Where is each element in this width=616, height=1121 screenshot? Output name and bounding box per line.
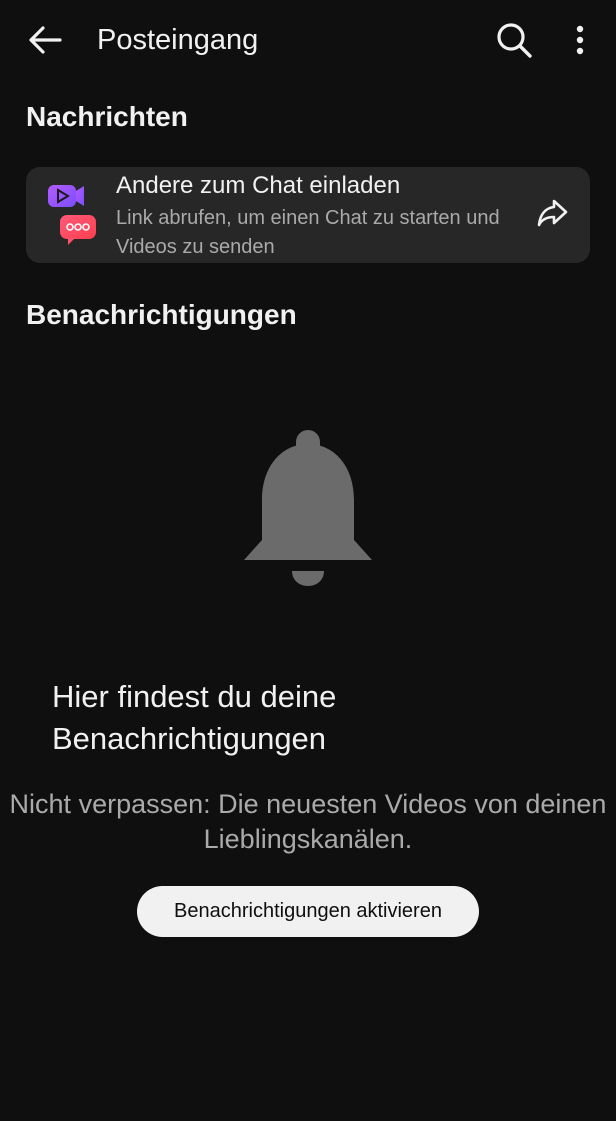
more-vertical-icon [576, 25, 584, 55]
invite-card-subtitle: Link abrufen, um einen Chat zu starten u… [116, 207, 500, 258]
chat-invite-icon [48, 185, 96, 245]
invite-to-chat-card[interactable]: Andere zum Chat einladen Link abrufen, u… [26, 167, 590, 263]
invite-card-title: Andere zum Chat einladen [116, 172, 401, 199]
search-button[interactable] [490, 16, 538, 64]
arrow-left-icon [29, 26, 62, 54]
page-title: Posteingang [97, 24, 259, 56]
empty-state-title: Hier findest du deine Benachrichtigungen [52, 679, 337, 756]
messages-heading: Nachrichten [26, 101, 188, 132]
empty-state-subtitle: Nicht verpassen: Die neuesten Videos von… [9, 789, 607, 854]
search-icon [497, 23, 532, 58]
share-icon [537, 199, 568, 227]
back-button[interactable] [20, 18, 70, 62]
share-button[interactable] [532, 193, 572, 233]
enable-notifications-button[interactable]: Benachrichtigungen aktivieren [137, 886, 479, 937]
more-options-button[interactable] [560, 16, 600, 64]
notifications-heading: Benachrichtigungen [26, 299, 297, 330]
bell-icon [244, 430, 372, 586]
app-bar: Posteingang [0, 0, 616, 80]
